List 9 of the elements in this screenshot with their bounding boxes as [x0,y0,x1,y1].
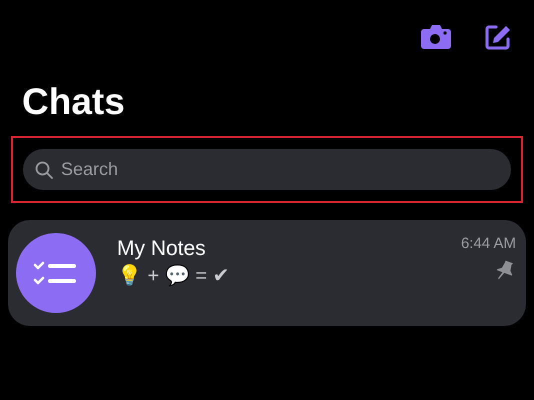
chat-preview: 💡 + 💬 = ✔ [117,263,230,289]
camera-icon[interactable] [420,24,452,50]
search-field[interactable]: Search [23,149,511,190]
screen-title: Chats [22,80,126,124]
chat-name: My Notes [117,236,207,262]
chat-item[interactable]: My Notes 💡 + 💬 = ✔ 6:44 AM [8,220,526,326]
avatar-checklist-icon [16,233,96,313]
chat-time: 6:44 AM [460,235,516,252]
compose-icon[interactable] [484,23,512,51]
